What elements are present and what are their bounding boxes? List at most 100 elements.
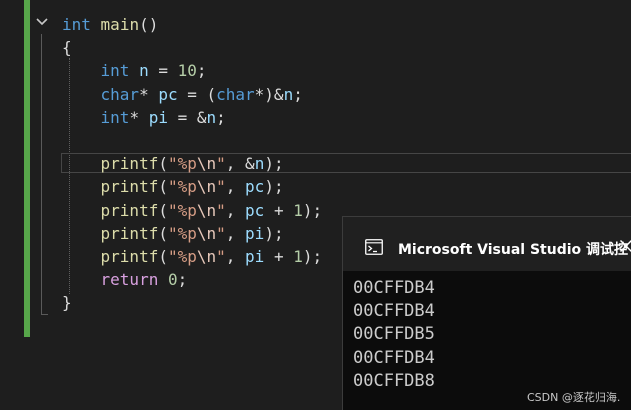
- code-token: return: [100, 270, 159, 290]
- code-line[interactable]: int* pi = &n;: [62, 106, 322, 129]
- code-line[interactable]: {: [62, 36, 322, 59]
- code-token: );: [264, 154, 284, 174]
- console-titlebar[interactable]: Microsoft Visual Studio 调试控: [343, 217, 631, 271]
- code-token: 1: [293, 246, 303, 266]
- code-token: ": [216, 246, 226, 266]
- code-token: ": [216, 177, 226, 197]
- code-token: ;: [196, 61, 207, 81]
- console-output-line: 00CFFDB4: [353, 278, 435, 298]
- code-token: ": [216, 200, 226, 220]
- code-token: );: [302, 200, 323, 220]
- code-token: "%p: [167, 223, 197, 243]
- code-token: n: [139, 61, 149, 81]
- code-token: (): [139, 15, 159, 34]
- code-line[interactable]: printf("%p\n", pi + 1);: [62, 245, 323, 268]
- code-token: \n: [196, 246, 217, 266]
- code-token: \n: [196, 177, 217, 197]
- debug-console-window[interactable]: Microsoft Visual Studio 调试控 00CFFDB4 00C…: [342, 216, 631, 410]
- code-line[interactable]: int main(): [62, 13, 322, 36]
- code-token: *: [139, 84, 159, 104]
- code-token: printf: [100, 177, 159, 197]
- console-output: 00CFFDB4 00CFFDB4 00CFFDB5 00CFFDB4 00CF…: [353, 277, 435, 393]
- code-line[interactable]: [62, 129, 322, 152]
- code-line[interactable]: int n = 10;: [62, 59, 322, 82]
- code-lines[interactable]: int main(){ int n = 10; char* pc = (char…: [62, 13, 322, 314]
- code-token: n: [206, 107, 217, 127]
- code-line[interactable]: return 0;: [62, 268, 322, 291]
- console-app-icon: [365, 239, 383, 255]
- code-token: n: [283, 84, 294, 104]
- code-token: *)&: [254, 84, 284, 104]
- code-token: , &: [225, 154, 255, 174]
- code-token: (: [158, 223, 168, 243]
- chevron-down-icon[interactable]: [35, 15, 49, 29]
- code-token: printf: [100, 200, 159, 220]
- code-line[interactable]: }: [62, 291, 322, 314]
- code-token: int: [100, 61, 130, 81]
- code-token: \n: [196, 223, 217, 243]
- code-token: ;: [177, 270, 188, 290]
- code-line[interactable]: printf("%p\n", pi);: [62, 222, 322, 245]
- code-token: printf: [100, 223, 159, 243]
- code-token: {: [62, 38, 72, 58]
- code-token: printf: [100, 246, 159, 266]
- code-token: int: [100, 107, 130, 127]
- code-token: }: [62, 293, 72, 313]
- console-output-line: 00CFFDB4: [353, 347, 435, 368]
- code-token: "%p: [167, 246, 197, 266]
- code-token: = (: [177, 84, 217, 104]
- code-token: "%p: [167, 200, 197, 220]
- code-token: printf: [100, 154, 159, 174]
- code-token: (: [158, 154, 168, 174]
- code-token: ": [216, 223, 226, 243]
- code-token: pc: [245, 177, 265, 197]
- code-token: 10: [177, 61, 197, 81]
- code-token: (: [158, 177, 168, 197]
- code-token: \n: [196, 200, 217, 220]
- code-token: pc: [245, 200, 265, 220]
- code-token: char: [100, 84, 140, 104]
- code-token: =: [148, 61, 178, 81]
- code-token: \n: [196, 154, 217, 174]
- code-line[interactable]: printf("%p\n", pc);: [62, 175, 322, 198]
- close-icon[interactable]: [619, 239, 631, 253]
- code-line[interactable]: printf("%p\n", &n);: [62, 152, 322, 175]
- code-token: pi: [148, 107, 168, 127]
- code-token: "%p: [167, 177, 197, 197]
- code-token: 1: [293, 200, 303, 220]
- code-token: char: [216, 84, 255, 104]
- code-token: int: [62, 15, 91, 34]
- code-line[interactable]: char* pc = (char*)&n;: [62, 83, 322, 106]
- code-token: n: [254, 154, 265, 174]
- console-output-line: 00CFFDB4: [353, 301, 435, 322]
- code-token: (: [158, 200, 168, 220]
- code-token: = &: [167, 107, 207, 127]
- code-token: pc: [158, 84, 178, 104]
- code-token: (: [158, 246, 168, 266]
- code-token: pi: [245, 223, 265, 243]
- code-token: ,: [225, 200, 246, 220]
- code-token: +: [264, 200, 294, 220]
- code-token: +: [264, 246, 294, 266]
- code-token: *: [129, 107, 149, 127]
- code-token: ,: [225, 177, 246, 197]
- fold-range-line: [41, 34, 42, 315]
- fold-range-end: [41, 314, 48, 315]
- code-token: );: [302, 246, 323, 266]
- code-line[interactable]: printf("%p\n", pc + 1);: [62, 199, 323, 222]
- watermark: CSDN @逐花归海.: [527, 391, 621, 404]
- code-token: ;: [216, 107, 226, 127]
- change-indicator-bar: [24, 0, 30, 337]
- code-token: );: [264, 177, 284, 197]
- code-token: 0: [167, 270, 178, 290]
